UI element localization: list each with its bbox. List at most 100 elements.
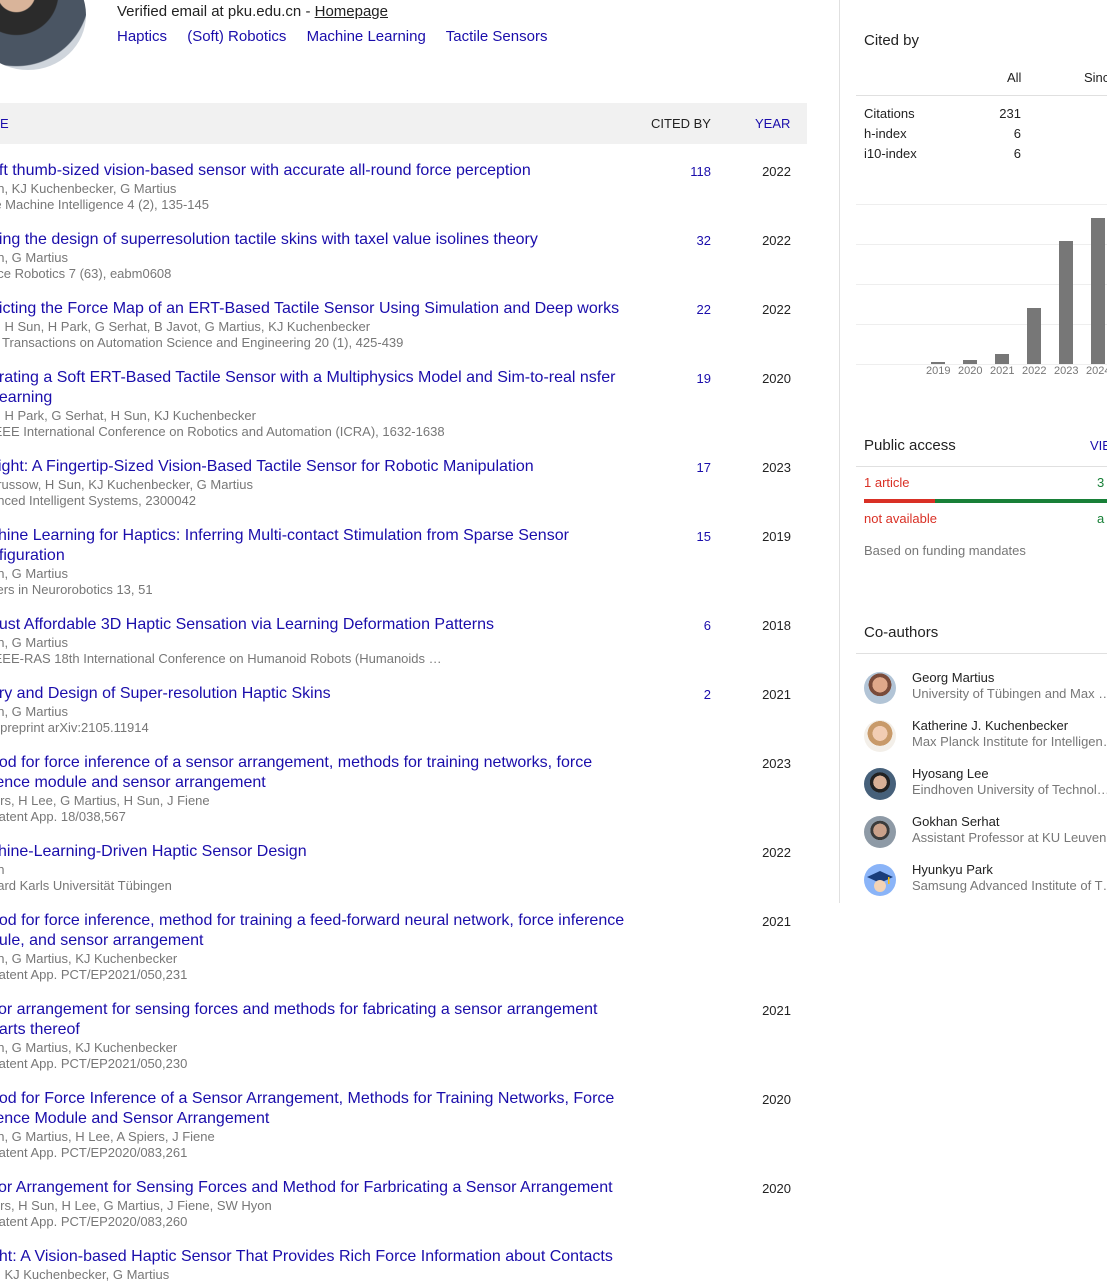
article-cited-by-link[interactable]: 32: [660, 233, 711, 248]
coauthor-georg-martius[interactable]: Georg Martius University of Tübingen and…: [864, 670, 1107, 710]
metric-label[interactable]: i10-index: [864, 146, 917, 161]
coauthor-name[interactable]: Hyosang Lee: [912, 766, 989, 781]
cited-by-title: Cited by: [864, 32, 920, 49]
article-row: oft thumb-sized vision-based sensor with…: [0, 144, 807, 213]
article-venue: Patent App. PCT/EP2020/083,260: [0, 1214, 188, 1229]
article-cited-by-link[interactable]: 15: [660, 529, 711, 544]
chart-year-label: 2022: [1022, 365, 1047, 377]
available-bar: [935, 499, 1107, 503]
metric-label[interactable]: Citations: [864, 106, 915, 121]
article-title-link[interactable]: oust Affordable 3D Haptic Sensation via …: [0, 615, 630, 635]
not-available-count-link[interactable]: 1 article: [864, 475, 910, 490]
public-access-title: Public access: [864, 437, 956, 454]
article-cited-by-link[interactable]: 2: [660, 687, 711, 702]
article-title-link[interactable]: hod for force inference of a sensor arra…: [0, 753, 630, 793]
coauthor-name[interactable]: Georg Martius: [912, 670, 994, 685]
article-row: chine-Learning-Driven Haptic Sensor Desi…: [0, 825, 807, 894]
article-cited-by-link[interactable]: 17: [660, 460, 711, 475]
available-label: a: [1097, 511, 1105, 526]
year-column-header[interactable]: YEAR: [755, 116, 790, 131]
article-venue: nce Robotics 7 (63), eabm0608: [0, 266, 172, 281]
metric-label[interactable]: h-index: [864, 126, 907, 141]
chart-year-label: 2023: [1054, 365, 1079, 377]
chart-bar-2020[interactable]: [963, 360, 977, 364]
coauthor-hyosang-lee[interactable]: Hyosang Lee Eindhoven University of Tech…: [864, 766, 1107, 806]
article-year: 2021: [762, 1003, 791, 1018]
cited-by-column-header[interactable]: CITED BY: [651, 116, 711, 131]
col-all: All: [1007, 70, 1022, 85]
article-title-link[interactable]: hod for Force Inference of a Sensor Arra…: [0, 1089, 630, 1129]
metric-i10-index: i10-index 6: [864, 146, 1024, 161]
article-title-link[interactable]: ding the design of superresolution tacti…: [0, 230, 630, 250]
article-authors: un, G Martius, KJ Kuchenbecker: [0, 951, 178, 966]
article-year: 2022: [762, 845, 791, 860]
article-title-link[interactable]: ght: A Vision-based Haptic Sensor That P…: [0, 1247, 630, 1267]
interest-haptics[interactable]: Haptics: [117, 28, 167, 45]
article-title-link[interactable]: oft thumb-sized vision-based sensor with…: [0, 161, 630, 181]
article-row: brating a Soft ERT-Based Tactile Sensor …: [0, 351, 807, 440]
title-column-header[interactable]: E: [0, 116, 9, 131]
article-year: 2023: [762, 460, 791, 475]
article-title-link[interactable]: sor arrangement for sensing forces and m…: [0, 1000, 630, 1040]
coauthor-avatar: [864, 816, 896, 848]
article-venue: Patent App. 18/038,567: [0, 809, 126, 824]
chart-gridline: [856, 204, 1107, 205]
funding-mandates-note: Based on funding mandates: [864, 543, 1026, 558]
article-row: sight: A Fingertip-Sized Vision-Based Ta…: [0, 440, 807, 509]
research-interests: Haptics (Soft) Robotics Machine Learning…: [117, 28, 563, 45]
article-title-link[interactable]: dicting the Force Map of an ERT-Based Ta…: [0, 299, 630, 319]
metric-value: 231: [999, 106, 1021, 121]
article-title-link[interactable]: brating a Soft ERT-Based Tactile Sensor …: [0, 368, 630, 408]
coauthor-hyunkyu-park[interactable]: Hyunkyu Park Samsung Advanced Institute …: [864, 862, 1107, 902]
article-year: 2020: [762, 1092, 791, 1107]
coauthor-name[interactable]: Katherine J. Kuchenbecker: [912, 718, 1068, 733]
interest-tactile-sensors[interactable]: Tactile Sensors: [446, 28, 548, 45]
co-authors-title: Co-authors: [864, 624, 939, 641]
coauthor-affiliation: University of Tübingen and Max …: [912, 686, 1107, 701]
metric-value: 6: [1013, 126, 1021, 141]
verified-email-text: Verified email at pku.edu.cn -: [117, 3, 315, 20]
article-row: oust Affordable 3D Haptic Sensation via …: [0, 598, 807, 667]
article-title-link[interactable]: sor Arrangement for Sensing Forces and M…: [0, 1178, 630, 1198]
article-venue: v preprint arXiv:2105.11914: [0, 720, 149, 735]
chart-bar-2022[interactable]: [1027, 308, 1041, 364]
article-authors: n, KJ Kuchenbecker, G Martius: [0, 1267, 170, 1282]
coauthor-avatar: [864, 720, 896, 752]
article-cited-by-link[interactable]: 22: [660, 302, 711, 317]
article-title-link[interactable]: chine Learning for Haptics: Inferring Mu…: [0, 526, 630, 566]
article-year: 2021: [762, 687, 791, 702]
article-venue: Patent App. PCT/EP2021/050,231: [0, 967, 188, 982]
public-access-view-all-link[interactable]: VIE: [1090, 438, 1107, 453]
chart-bar-2021[interactable]: [995, 353, 1009, 364]
coauthor-katherine-kuchenbecker[interactable]: Katherine J. Kuchenbecker Max Planck Ins…: [864, 718, 1107, 758]
chart-year-label: 2019: [926, 365, 951, 377]
available-count-link[interactable]: 3: [1097, 475, 1104, 490]
article-authors: un, G Martius, KJ Kuchenbecker: [0, 1040, 178, 1055]
article-authors: un: [0, 862, 5, 877]
coauthor-name[interactable]: Hyunkyu Park: [912, 862, 993, 877]
article-title-link[interactable]: hod for force inference, method for trai…: [0, 911, 630, 951]
interest-machine-learning[interactable]: Machine Learning: [307, 28, 426, 45]
coauthor-name[interactable]: Gokhan Serhat: [912, 814, 999, 829]
chart-bar-2024[interactable]: [1091, 217, 1105, 364]
coauthor-gokhan-serhat[interactable]: Gokhan Serhat Assistant Professor at KU …: [864, 814, 1107, 854]
chart-year-label: 2020: [958, 365, 983, 377]
article-title-link[interactable]: sight: A Fingertip-Sized Vision-Based Ta…: [0, 457, 630, 477]
chart-bar-2023[interactable]: [1059, 240, 1073, 364]
article-cited-by-link[interactable]: 19: [660, 371, 711, 386]
article-authors: un, G Martius: [0, 704, 69, 719]
article-authors: un, G Martius: [0, 250, 69, 265]
article-authors: iers, H Sun, H Lee, G Martius, J Fiene, …: [0, 1198, 272, 1213]
article-venue: Patent App. PCT/EP2020/083,261: [0, 1145, 188, 1160]
chart-bar-2019[interactable]: [931, 362, 945, 364]
article-authors: un, G Martius, H Lee, A Spiers, J Fiene: [0, 1129, 215, 1144]
article-title-link[interactable]: chine-Learning-Driven Haptic Sensor Desi…: [0, 842, 630, 862]
article-authors: e, H Sun, H Park, G Serhat, B Javot, G M…: [0, 319, 371, 334]
article-cited-by-link[interactable]: 118: [660, 164, 711, 179]
interest-soft-robotics[interactable]: (Soft) Robotics: [187, 28, 286, 45]
article-title-link[interactable]: ory and Design of Super-resolution Hapti…: [0, 684, 630, 704]
article-cited-by-link[interactable]: 6: [660, 618, 711, 633]
article-row: hod for force inference of a sensor arra…: [0, 736, 807, 825]
homepage-link[interactable]: Homepage: [315, 3, 388, 20]
article-venue: tiers in Neurorobotics 13, 51: [0, 582, 153, 597]
